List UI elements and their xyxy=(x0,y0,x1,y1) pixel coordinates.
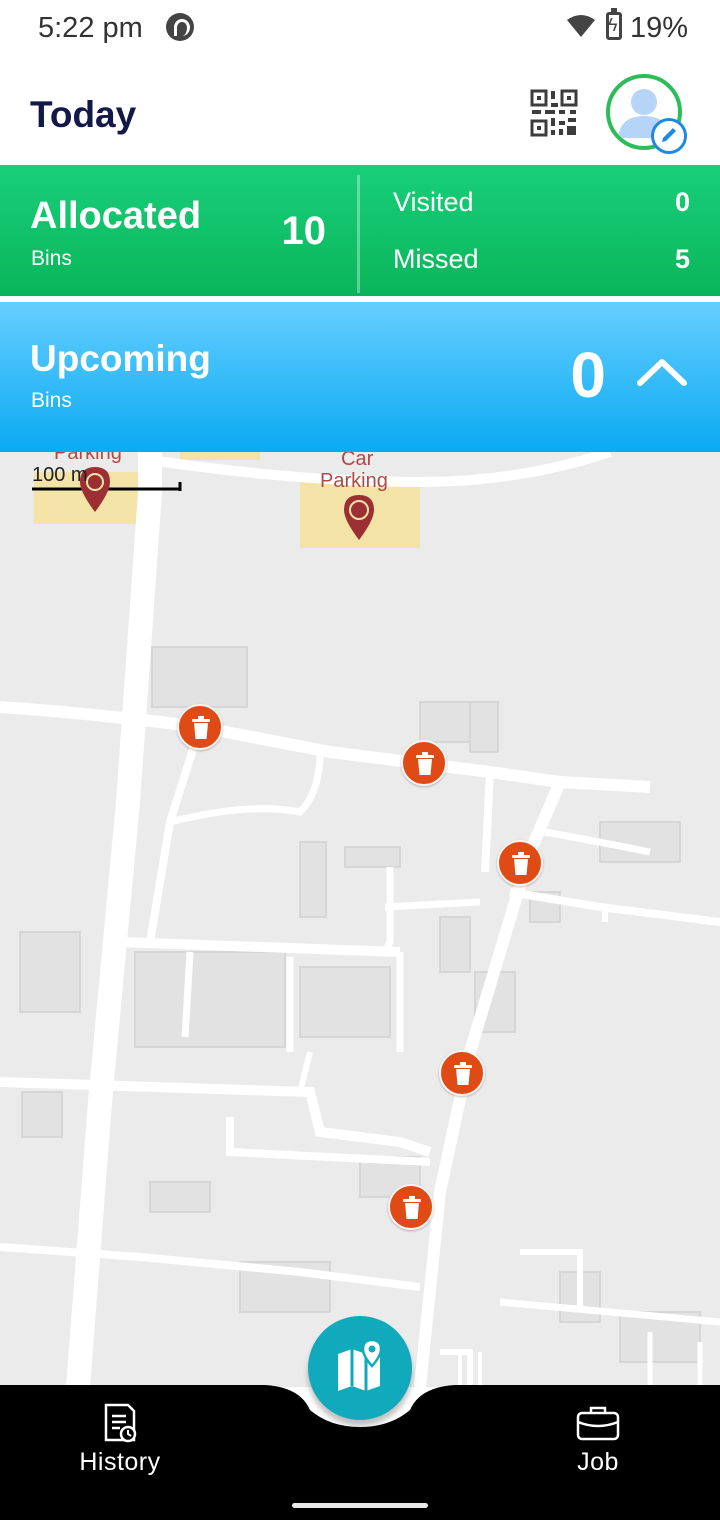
briefcase-icon xyxy=(576,1406,620,1441)
map-label-parking: Parking xyxy=(54,452,122,464)
upcoming-subtitle: Bins xyxy=(31,389,72,412)
upcoming-banner[interactable]: Upcoming Bins 0 xyxy=(0,302,720,452)
battery-charging-icon xyxy=(606,8,622,40)
trash-bin-icon xyxy=(403,1196,421,1219)
trash-bin-icon xyxy=(416,752,434,775)
history-icon xyxy=(104,1403,137,1443)
trash-bin-icon xyxy=(512,852,530,875)
map-background xyxy=(0,452,720,1387)
bin-pin[interactable] xyxy=(401,740,447,786)
allocated-title: Allocated xyxy=(30,195,202,237)
allocated-divider xyxy=(357,175,360,293)
allocated-count: 10 xyxy=(281,209,327,253)
visited-value: 0 xyxy=(674,187,690,217)
app-notification-icon xyxy=(166,13,194,41)
edit-pencil-icon xyxy=(662,128,676,142)
battery-percent: 19% xyxy=(630,12,689,44)
map-label-car: Car xyxy=(341,452,374,470)
map-pin-icon xyxy=(338,1338,383,1391)
page-title: Today xyxy=(30,94,137,135)
chevron-up-icon[interactable] xyxy=(636,356,688,388)
map-scale-label: 100 m xyxy=(32,464,88,486)
visited-label: Visited xyxy=(393,187,474,217)
nav-job-label: Job xyxy=(577,1448,619,1476)
home-indicator[interactable] xyxy=(292,1503,428,1508)
bin-pin[interactable] xyxy=(388,1184,434,1230)
upcoming-title: Upcoming xyxy=(30,338,211,379)
edit-profile-button[interactable] xyxy=(651,118,687,154)
status-time: 5:22 pm xyxy=(38,12,143,44)
wifi-icon xyxy=(567,15,595,37)
allocated-banner[interactable]: Allocated Bins 10 Visited 0 Missed 5 xyxy=(0,165,720,296)
map-view[interactable]: 100 m Parking Car Parking xyxy=(0,452,720,1387)
nav-history-label: History xyxy=(79,1448,161,1476)
allocated-subtitle: Bins xyxy=(31,247,72,270)
bin-pin[interactable] xyxy=(439,1050,485,1096)
bin-pin[interactable] xyxy=(177,704,223,750)
map-label-parking-2: Parking xyxy=(320,470,388,492)
status-bar: 5:22 pm 19% xyxy=(0,0,720,58)
trash-bin-icon xyxy=(192,716,210,739)
missed-value: 5 xyxy=(674,244,690,274)
nav-job-button[interactable]: Job xyxy=(548,1400,648,1490)
nav-history-button[interactable]: History xyxy=(60,1400,180,1490)
app-header: Today xyxy=(0,58,720,165)
map-fab-button[interactable] xyxy=(308,1316,412,1420)
qr-code-icon[interactable] xyxy=(528,88,580,138)
trash-bin-icon xyxy=(454,1062,472,1085)
missed-label: Missed xyxy=(393,244,479,274)
upcoming-count: 0 xyxy=(570,339,606,411)
bin-pin[interactable] xyxy=(497,840,543,886)
